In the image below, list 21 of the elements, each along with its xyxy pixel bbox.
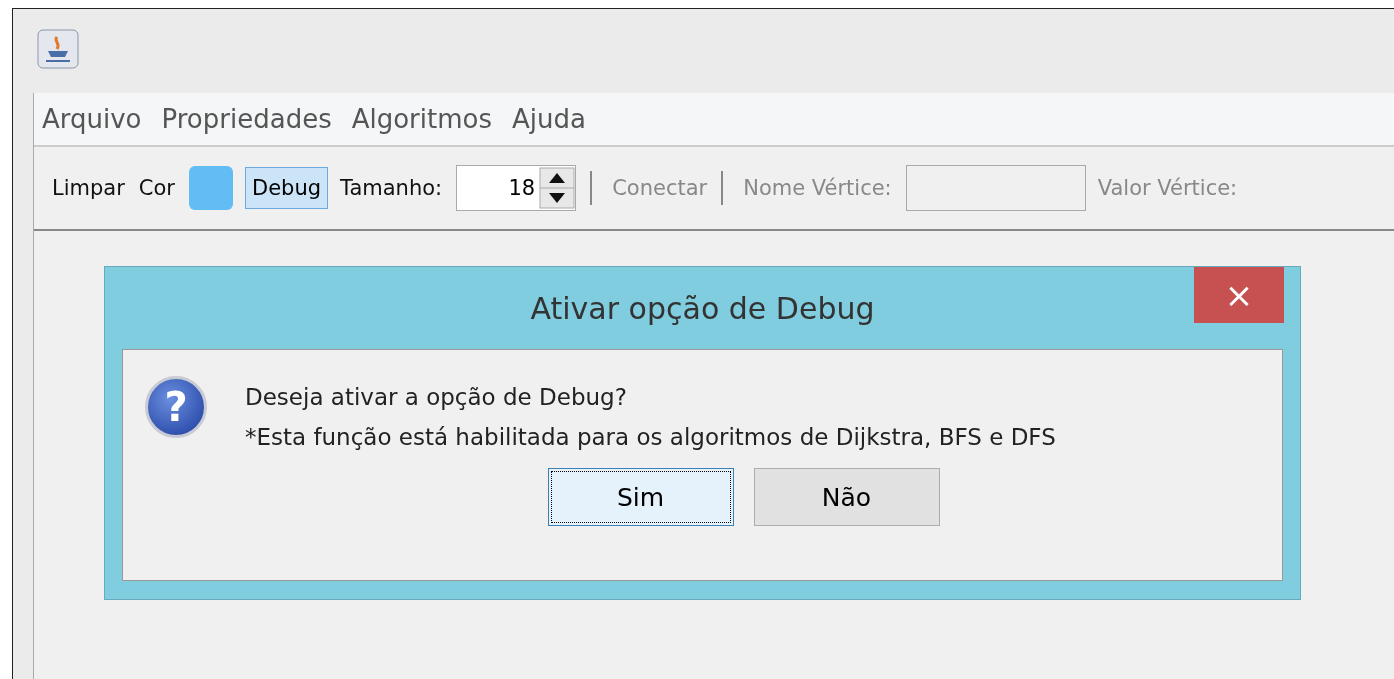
field-label: Tamanho: [340, 176, 443, 200]
dialog-title: Ativar opção de Debug [530, 290, 875, 326]
size-spinner[interactable]: 18 [456, 165, 577, 211]
close-button[interactable]: × [1194, 267, 1284, 323]
dialog-message: Deseja ativar a opção de Debug? [245, 384, 628, 410]
color-swatch[interactable] [189, 166, 233, 210]
menu-item[interactable]: Arquivo [42, 104, 142, 134]
dialog-button[interactable]: Não [753, 468, 940, 526]
toolbar-button[interactable]: Limpar [52, 176, 125, 200]
toolbar-button[interactable]: Cor [138, 176, 175, 200]
field-label: Nome Vértice: [743, 176, 892, 200]
dialog-button[interactable]: Sim [547, 468, 734, 526]
menu-item[interactable]: Propriedades [161, 104, 332, 134]
menu-item[interactable]: Ajuda [512, 104, 586, 134]
field-label: Valor Vértice: [1097, 176, 1238, 200]
debug-toggle[interactable]: Debug [245, 167, 329, 209]
dialog-note: *Esta função está habilitada para os algoritmos de Dijkstra, BFS e DFS [245, 424, 1056, 450]
spinner-arrows-icon[interactable] [539, 167, 576, 209]
menu-item[interactable]: Algoritmos [351, 104, 492, 134]
question-icon: ? [145, 376, 207, 438]
java-cup-icon [37, 29, 79, 69]
